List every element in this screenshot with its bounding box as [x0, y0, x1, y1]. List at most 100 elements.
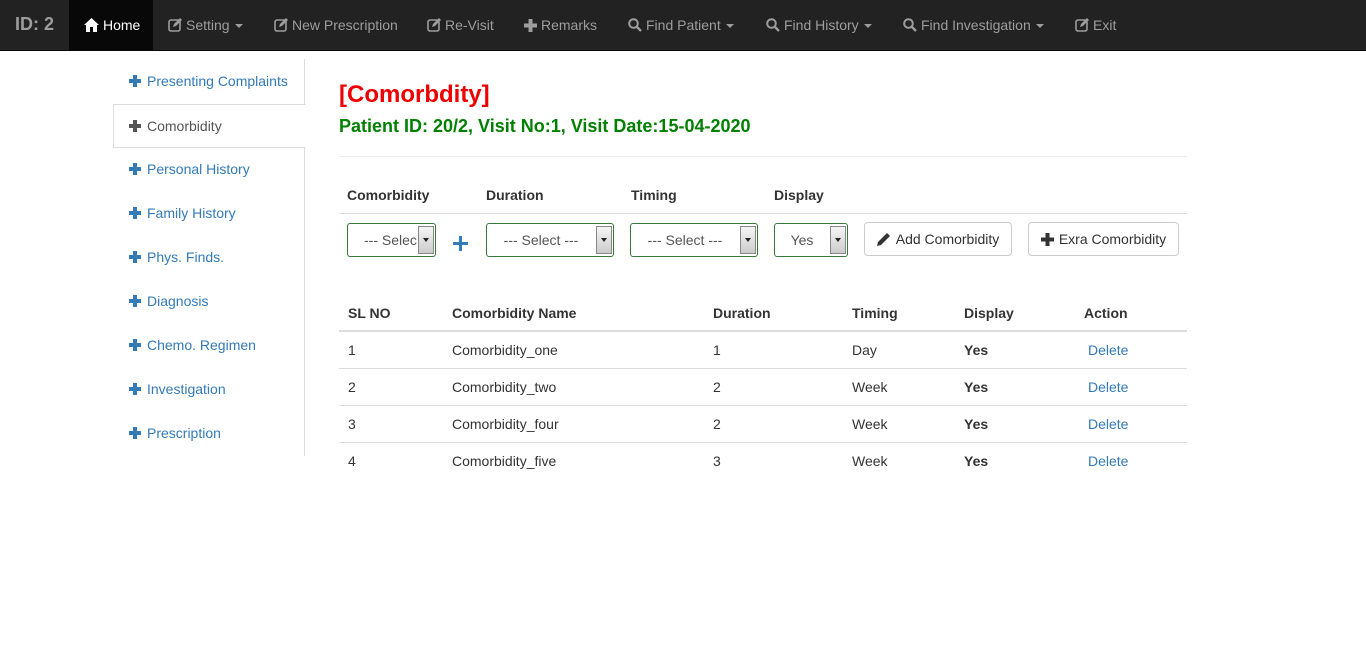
plus-icon [129, 75, 141, 87]
nav-remarks-label: Remarks [541, 17, 598, 33]
extra-comorbidity-button[interactable]: Exra Comorbidity [1028, 222, 1179, 256]
cell-display: Yes [955, 441, 1075, 479]
nav-find-investigation[interactable]: Find Investigation [903, 0, 1044, 50]
form-header-timing: Timing [631, 187, 677, 203]
sidebar-item-label: Comorbidity [147, 118, 222, 134]
column-header-timing: Timing [843, 295, 955, 332]
nav-find-patient-label: Find Patient [646, 17, 721, 33]
plus-icon [129, 427, 141, 439]
add-comorbidity-button[interactable]: Add Comorbidity [864, 222, 1012, 256]
chevron-down-icon [725, 24, 734, 28]
nav-setting-label: Setting [186, 17, 230, 33]
sidebar-item-diagnosis[interactable]: Diagnosis [113, 279, 305, 323]
timing-select[interactable]: --- Select --- [630, 223, 758, 257]
sidebar-item-label: Prescription [147, 425, 221, 441]
delete-link[interactable]: Delete [1084, 416, 1128, 432]
search-icon [766, 18, 780, 32]
plus-icon [129, 207, 141, 219]
form-header-comorbidity: Comorbidity [347, 187, 430, 203]
sidebar-item-personal-history[interactable]: Personal History [113, 147, 305, 191]
nav-revisit-label: Re-Visit [445, 17, 494, 33]
cell-display: Yes [955, 367, 1075, 405]
plus-icon [129, 383, 141, 395]
delete-link[interactable]: Delete [1084, 453, 1128, 469]
sidebar-item-prescription[interactable]: Prescription [113, 411, 305, 455]
nav-setting[interactable]: Setting [168, 0, 243, 50]
cell-sl-no: 2 [339, 367, 443, 405]
table-row: 3 Comorbidity_four 2 Week Yes Delete [339, 404, 1187, 442]
column-header-display: Display [955, 295, 1075, 332]
plus-icon [524, 19, 537, 32]
chevron-down-icon [830, 226, 846, 254]
chevron-down-icon [863, 24, 872, 28]
page-title: [Comorbdity] [339, 81, 490, 108]
sidebar-item-label: Chemo. Regimen [147, 337, 256, 353]
cell-duration: 2 [704, 404, 843, 442]
delete-link[interactable]: Delete [1084, 379, 1128, 395]
search-icon [903, 18, 917, 32]
chevron-down-icon [234, 24, 243, 28]
nav-home[interactable]: Home [69, 0, 153, 50]
cell-duration: 2 [704, 367, 843, 405]
sidebar-item-label: Diagnosis [147, 293, 209, 309]
display-select[interactable]: Yes [774, 223, 848, 257]
chevron-down-icon [418, 226, 434, 254]
nav-revisit[interactable]: Re-Visit [427, 0, 494, 50]
column-header-action: Action [1075, 295, 1187, 332]
sidebar-item-phys-finds[interactable]: Phys. Finds. [113, 235, 305, 279]
cell-duration: 3 [704, 441, 843, 479]
column-header-sl-no: SL NO [339, 295, 443, 332]
plus-icon [129, 120, 141, 132]
sidebar-item-presenting-complaints[interactable]: Presenting Complaints [113, 59, 305, 103]
sidebar-item-comorbidity[interactable]: Comorbidity [113, 104, 306, 148]
cell-name: Comorbidity_two [443, 367, 704, 405]
nav-home-label: Home [103, 17, 141, 33]
chevron-down-icon [1035, 24, 1044, 28]
cell-name: Comorbidity_one [452, 341, 558, 358]
table-row: 4 Comorbidity_five 3 Week Yes Delete [339, 441, 1187, 479]
form-divider [339, 213, 1187, 214]
sidebar-item-family-history[interactable]: Family History [113, 191, 305, 235]
cell-timing: Week [843, 404, 955, 442]
plus-icon [1040, 233, 1054, 246]
comorbidity-select-value: --- Select --- [364, 232, 417, 248]
nav-find-investigation-label: Find Investigation [921, 17, 1031, 33]
display-select-value: Yes [790, 232, 814, 248]
add-comorbidity-label: Add Comorbidity [895, 231, 1000, 247]
cell-sl-no: 1 [348, 341, 356, 358]
brand-id: ID: 2 [15, 14, 55, 34]
plus-icon [129, 251, 141, 263]
cell-timing: Week [843, 367, 955, 405]
comorbidity-select[interactable]: --- Select --- [347, 223, 436, 257]
edit-icon [168, 18, 182, 32]
chevron-down-icon [596, 226, 612, 254]
cell-timing: Week [843, 441, 955, 479]
divider [339, 156, 1187, 157]
plus-icon [129, 163, 141, 175]
edit-icon [1075, 18, 1089, 32]
nav-find-history[interactable]: Find History [766, 0, 872, 50]
cell-timing: Day [852, 341, 877, 358]
nav-new-prescription[interactable]: New Prescription [274, 0, 398, 50]
nav-exit[interactable]: Exit [1075, 0, 1116, 50]
pencil-icon [876, 233, 890, 246]
duration-select-value: --- Select --- [503, 232, 579, 248]
edit-icon [427, 18, 441, 32]
plus-icon [129, 295, 141, 307]
sidebar-item-investigation[interactable]: Investigation [113, 367, 305, 411]
add-comorbidity-plus-icon[interactable] [453, 236, 468, 251]
duration-select[interactable]: --- Select --- [486, 223, 614, 257]
nav-remarks[interactable]: Remarks [524, 0, 597, 50]
cell-sl-no: 4 [339, 441, 443, 479]
cell-action: Delete [1075, 367, 1187, 405]
chevron-down-icon [740, 226, 756, 254]
cell-action: Delete [1075, 441, 1187, 479]
plus-icon [129, 339, 141, 351]
sidebar-item-chemo-regimen[interactable]: Chemo. Regimen [113, 323, 305, 367]
extra-comorbidity-label: Exra Comorbidity [1058, 231, 1167, 247]
delete-link[interactable]: Delete [1084, 342, 1128, 358]
cell-action: Delete [1075, 404, 1187, 442]
table-row: 1 Comorbidity_one 1 Day Yes Delete [339, 331, 1187, 368]
nav-find-patient[interactable]: Find Patient [628, 0, 734, 50]
cell-sl-no: 3 [339, 404, 443, 442]
